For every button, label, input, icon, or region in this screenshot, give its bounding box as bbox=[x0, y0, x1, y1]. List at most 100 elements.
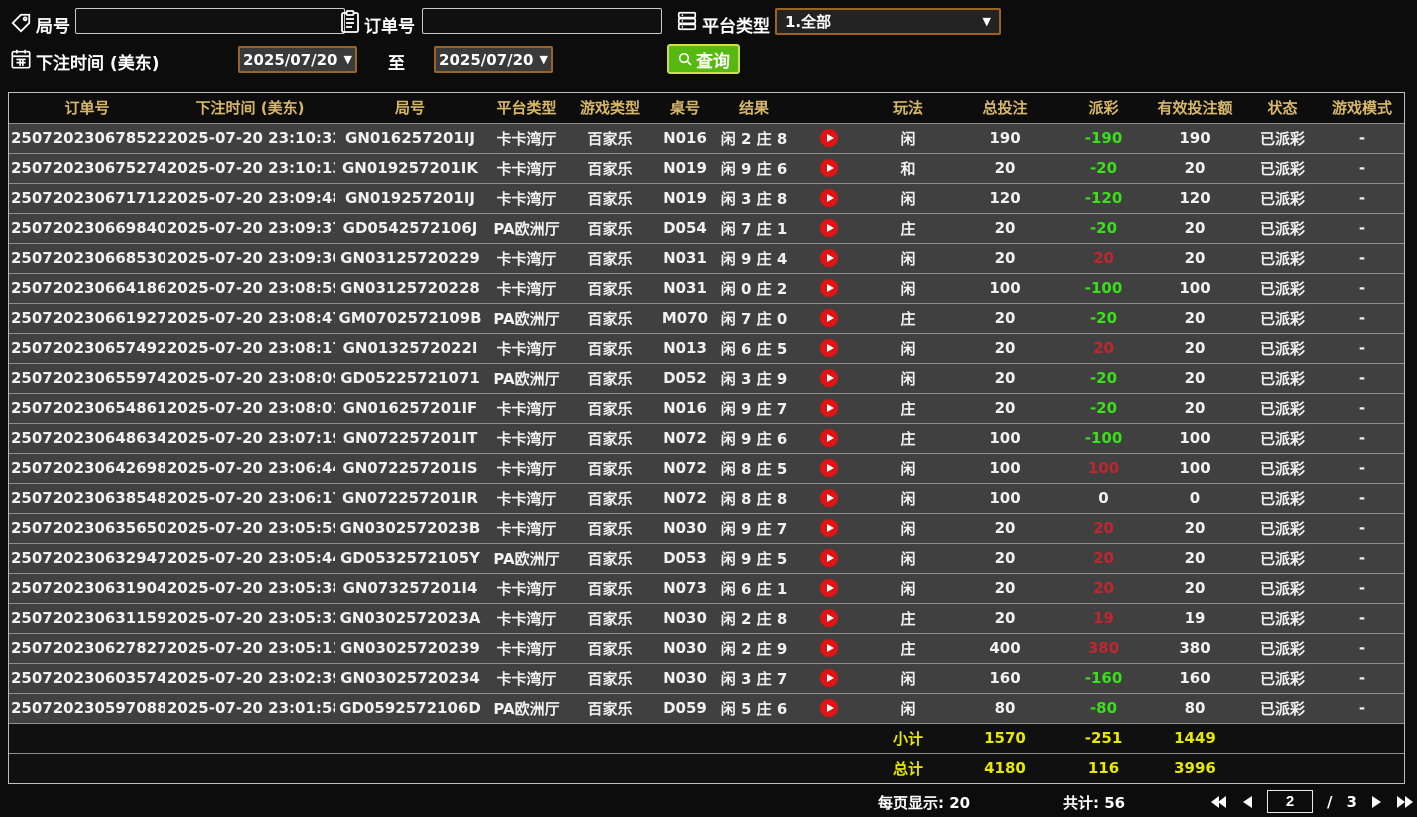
cell-replay bbox=[790, 302, 868, 333]
table-row: 250720230675274 2025-07-20 23:10:13 GN01… bbox=[9, 152, 1404, 183]
cell-status: 已派彩 bbox=[1245, 602, 1320, 633]
date-to-picker[interactable]: 2025/07/20 ▼ bbox=[434, 46, 553, 73]
cell-replay bbox=[790, 452, 868, 483]
table-row: 250720230627827 2025-07-20 23:05:11 GN03… bbox=[9, 632, 1404, 663]
play-replay-button[interactable] bbox=[820, 189, 838, 208]
cell-payout: 20 bbox=[1062, 512, 1145, 543]
cell-play-type: 庄 bbox=[868, 602, 948, 633]
cell-replay bbox=[790, 212, 868, 243]
play-replay-button[interactable] bbox=[820, 159, 838, 178]
last-page-button[interactable] bbox=[1396, 795, 1414, 809]
cell-payout: -20 bbox=[1062, 152, 1145, 183]
cell-platform: 卡卡湾厅 bbox=[485, 602, 568, 633]
play-replay-button[interactable] bbox=[820, 429, 838, 448]
play-replay-button[interactable] bbox=[820, 309, 838, 328]
table-row: 250720230668530 2025-07-20 23:09:30 GN03… bbox=[9, 242, 1404, 273]
cell-valid-bet: 19 bbox=[1145, 602, 1245, 633]
cell-valid-bet: 380 bbox=[1145, 632, 1245, 663]
cell-total-bet: 20 bbox=[948, 362, 1062, 393]
cell-game-type: 百家乐 bbox=[568, 572, 652, 603]
first-page-button[interactable] bbox=[1210, 795, 1228, 809]
play-icon bbox=[826, 284, 834, 293]
cell-bet-time: 2025-07-20 23:10:32 bbox=[167, 129, 335, 147]
play-icon bbox=[826, 164, 834, 173]
cell-game-mode: - bbox=[1320, 392, 1404, 423]
cell-round-no: GN03025720239 bbox=[335, 632, 485, 663]
cell-game-type: 百家乐 bbox=[568, 152, 652, 183]
play-replay-button[interactable] bbox=[820, 699, 838, 718]
cell-order-no: 250720230648634 bbox=[9, 422, 165, 453]
cell-status: 已派彩 bbox=[1245, 392, 1320, 423]
cell-game-mode: - bbox=[1320, 662, 1404, 693]
cell-game-type: 百家乐 bbox=[568, 302, 652, 333]
cell-replay bbox=[790, 272, 868, 303]
cell-round-no: GN073257201I4 bbox=[335, 572, 485, 603]
next-page-button[interactable] bbox=[1371, 795, 1382, 809]
cell-table-no: N072 bbox=[652, 482, 718, 513]
cell-valid-bet: 20 bbox=[1145, 242, 1245, 273]
play-replay-button[interactable] bbox=[820, 549, 838, 568]
play-replay-button[interactable] bbox=[820, 249, 838, 268]
play-icon bbox=[826, 464, 834, 473]
cell-replay bbox=[790, 602, 868, 633]
cell-bet-time: 2025-07-20 23:02:39 bbox=[165, 662, 335, 693]
cell-status: 已派彩 bbox=[1245, 692, 1320, 723]
cell-game-mode: - bbox=[1320, 152, 1404, 183]
play-replay-button[interactable] bbox=[820, 459, 838, 478]
grand-total-label: 总计 bbox=[868, 752, 948, 783]
play-replay-button[interactable] bbox=[820, 219, 838, 238]
cell-status: 已派彩 bbox=[1245, 302, 1320, 333]
subtotal-total-bet: 1570 bbox=[948, 722, 1062, 753]
per-page-value: 20 bbox=[949, 794, 971, 812]
cell-total-bet: 100 bbox=[948, 482, 1062, 513]
prev-page-button[interactable] bbox=[1242, 795, 1253, 809]
order-number-input[interactable] bbox=[422, 8, 662, 34]
clipboard-icon bbox=[340, 10, 360, 34]
play-icon bbox=[826, 374, 834, 383]
cell-result: 闲 6 庄 1 bbox=[718, 572, 790, 603]
cell-round-no: GM0702572109B bbox=[335, 302, 485, 333]
cell-payout: 100 bbox=[1062, 452, 1145, 483]
platform-type-select[interactable]: 1.全部 ▼ bbox=[775, 8, 1001, 35]
bet-time-label: 下注时间 (美东) bbox=[36, 54, 160, 74]
cell-round-no: GN0302572023A bbox=[335, 602, 485, 633]
play-replay-button[interactable] bbox=[820, 579, 838, 598]
play-replay-button[interactable] bbox=[820, 339, 838, 358]
cell-replay bbox=[790, 392, 868, 423]
cell-game-type: 百家乐 bbox=[568, 362, 652, 393]
play-replay-button[interactable] bbox=[820, 609, 838, 628]
cell-replay bbox=[790, 482, 868, 513]
cell-valid-bet: 100 bbox=[1145, 422, 1245, 453]
total-count-value: 56 bbox=[1104, 794, 1126, 812]
cell-game-mode: - bbox=[1358, 129, 1366, 147]
cell-bet-time: 2025-07-20 23:05:44 bbox=[165, 542, 335, 573]
cell-game-type: 百家乐 bbox=[568, 482, 652, 513]
play-replay-button[interactable] bbox=[820, 279, 838, 298]
cell-payout: -20 bbox=[1062, 302, 1145, 333]
cell-round-no: GN072257201IR bbox=[335, 482, 485, 513]
round-number-input[interactable] bbox=[75, 8, 345, 34]
cell-valid-bet: 20 bbox=[1145, 362, 1245, 393]
play-replay-button[interactable] bbox=[820, 129, 838, 148]
play-replay-button[interactable] bbox=[820, 489, 838, 508]
search-button[interactable]: 查询 bbox=[667, 44, 740, 74]
cell-game-type: 百家乐 bbox=[568, 242, 652, 273]
play-replay-button[interactable] bbox=[820, 369, 838, 388]
play-replay-button[interactable] bbox=[820, 639, 838, 658]
play-replay-button[interactable] bbox=[820, 519, 838, 538]
cell-valid-bet: 120 bbox=[1145, 182, 1245, 213]
play-replay-button[interactable] bbox=[820, 669, 838, 688]
date-from-picker[interactable]: 2025/07/20 ▼ bbox=[238, 46, 357, 73]
cell-game-type: 百家乐 bbox=[568, 392, 652, 423]
cell-payout: 19 bbox=[1062, 602, 1145, 633]
cell-platform: PA欧洲厅 bbox=[485, 212, 568, 243]
current-page-input[interactable] bbox=[1267, 790, 1313, 813]
play-replay-button[interactable] bbox=[820, 399, 838, 418]
cell-total-bet: 160 bbox=[948, 662, 1062, 693]
cell-game-mode: - bbox=[1320, 302, 1404, 333]
cell-order-no: 250720230631904 bbox=[9, 572, 165, 603]
cell-order-no: 250720230661927 bbox=[9, 302, 165, 333]
cell-total-bet: 20 bbox=[948, 152, 1062, 183]
cell-game-type: 百家乐 bbox=[568, 512, 652, 543]
cell-payout: 20 bbox=[1062, 332, 1145, 363]
